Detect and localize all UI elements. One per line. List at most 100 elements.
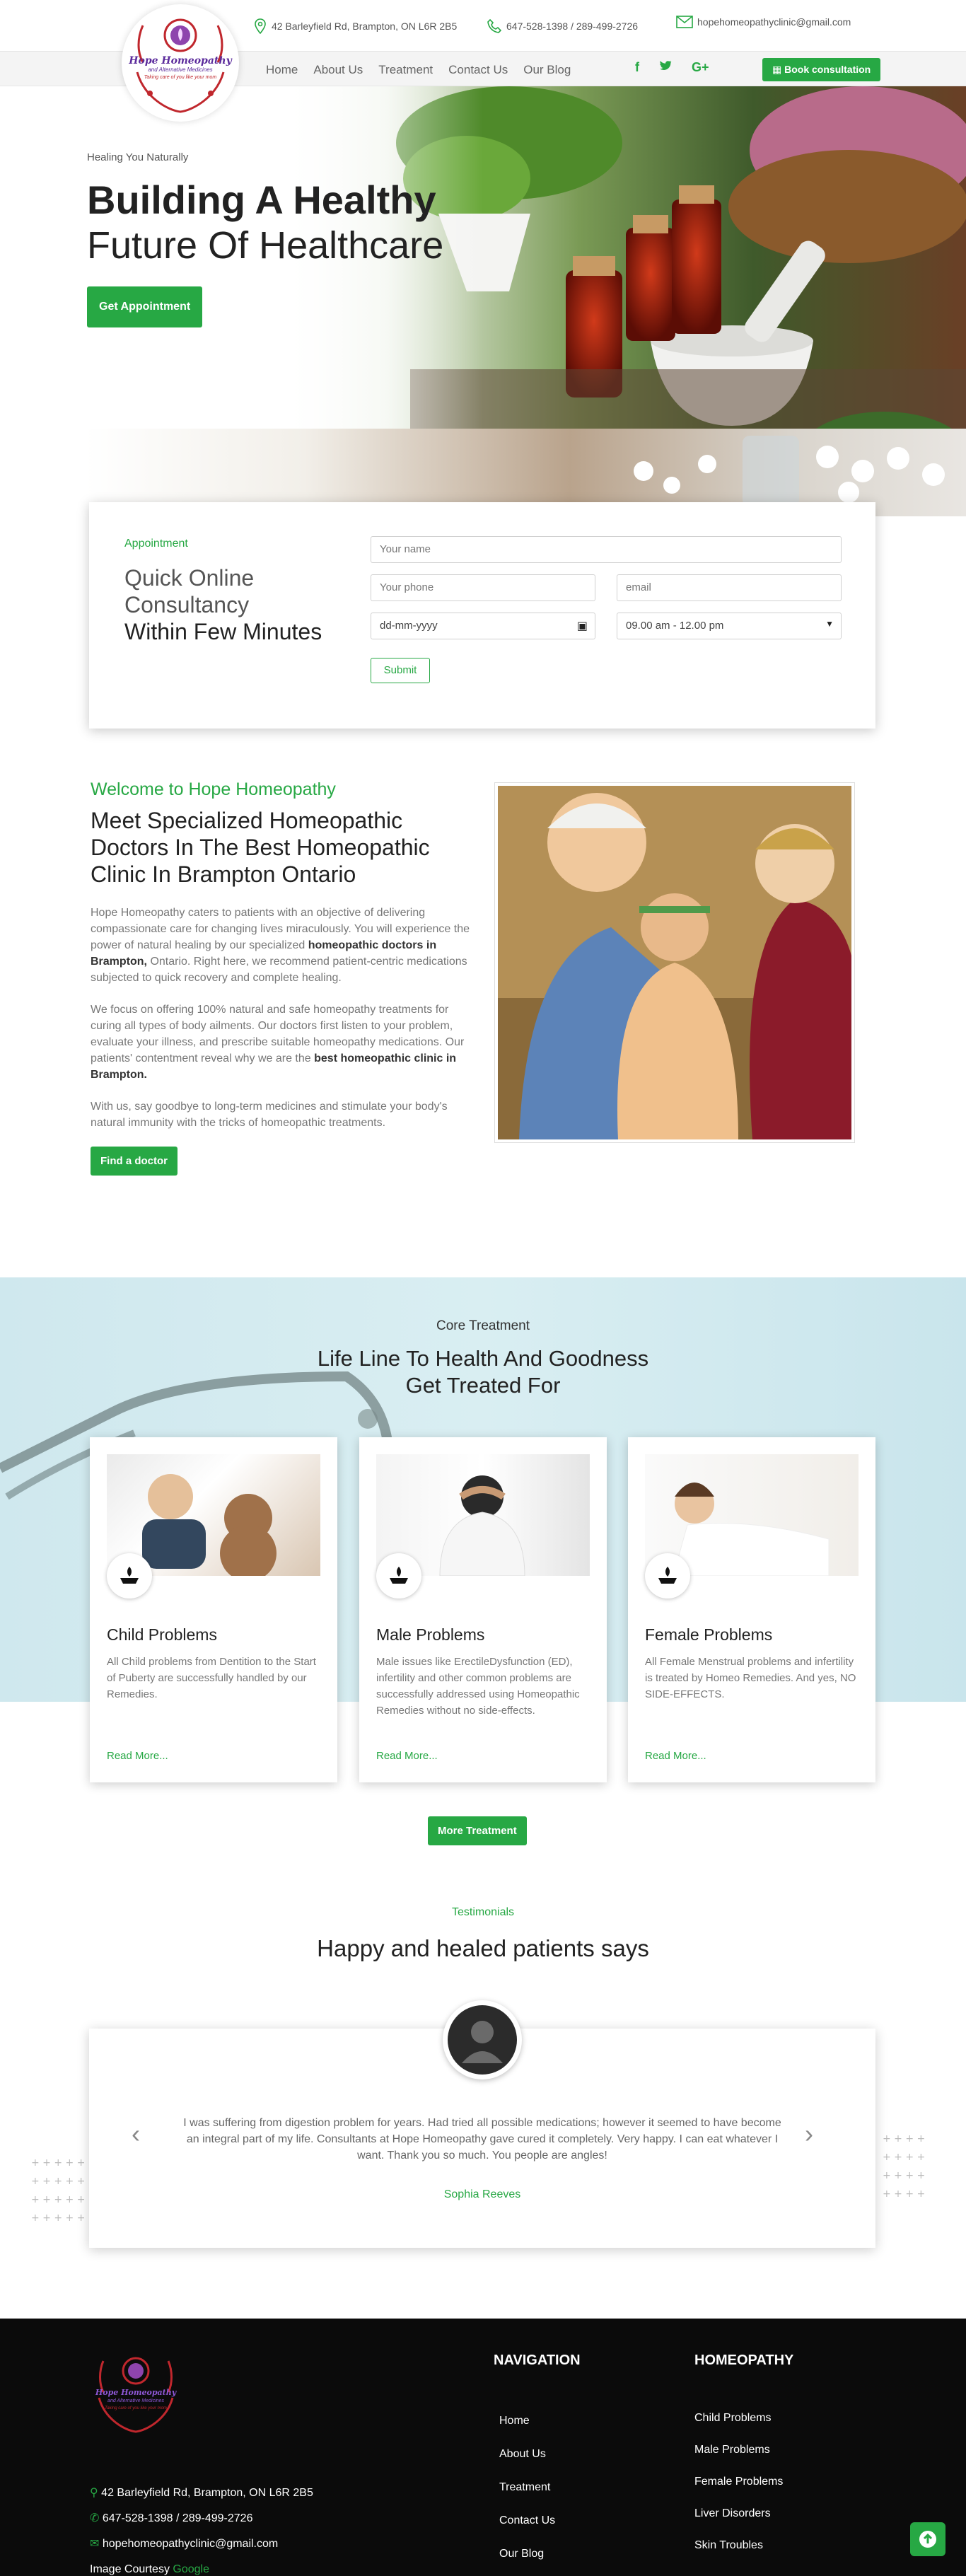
footer-address-text: 42 Barleyfield Rd, Brampton, ON L6R 2B5: [101, 2487, 313, 2499]
footer-address: ⚲ 42 Barleyfield Rd, Brampton, ON L6R 2B…: [90, 2481, 313, 2506]
book-consultation-label: Book consultation: [784, 64, 871, 75]
nav-contact-us[interactable]: Contact Us: [448, 63, 508, 77]
child-problems-text: All Child problems from Dentition to the…: [107, 1656, 316, 1700]
footer-nav-list: Home About Us Treatment Contact Us Our B…: [499, 2415, 555, 2576]
site-logo[interactable]: Hope Homeopathy and Alternative Medicine…: [122, 4, 239, 122]
nav-home[interactable]: Home: [266, 63, 298, 77]
welcome-kicker: Welcome to Hope Homeopathy: [91, 779, 336, 799]
footer-logo[interactable]: Hope Homeopathy and Alternative Medicine…: [88, 2347, 184, 2439]
calendar-icon[interactable]: ▣: [577, 619, 588, 633]
footer-contact: ⚲ 42 Barleyfield Rd, Brampton, ON L6R 2B…: [90, 2481, 313, 2576]
appointment-heading-line3: Within Few Minutes: [124, 619, 322, 644]
treatment-card-male: Male Problems Male issues like ErectileD…: [359, 1437, 607, 1782]
welcome-p1-c: Ontario. Right here, we recommend patien…: [91, 956, 467, 984]
footer-homeo-skin[interactable]: Skin Troubles: [694, 2539, 783, 2552]
testimonials-kicker: Testimonials: [451, 1906, 515, 1918]
envelope-icon: [676, 16, 693, 28]
footer-nav-contact-us[interactable]: Contact Us: [499, 2514, 555, 2527]
footer-homeo-male[interactable]: Male Problems: [694, 2444, 783, 2456]
footer-courtesy-link[interactable]: Google: [173, 2563, 209, 2575]
appointment-form-card: Appointment Quick Online Consultancy Wit…: [89, 502, 875, 729]
nav-our-blog[interactable]: Our Blog: [523, 63, 571, 77]
appointment-heading-line2: Consultancy: [124, 592, 250, 617]
avatar: [443, 2000, 522, 2079]
footer-homeo-child[interactable]: Child Problems: [694, 2412, 783, 2425]
logo-subtitle: and Alternative Medicines: [148, 66, 213, 73]
footer-nav-treatment[interactable]: Treatment: [499, 2481, 555, 2494]
svg-text:+ + + + +: + + + + +: [31, 2157, 85, 2169]
footer-courtesy: Image Courtesy Google: [90, 2557, 313, 2576]
scroll-to-top-button[interactable]: [910, 2522, 945, 2556]
footer-nav-about-us[interactable]: About Us: [499, 2448, 555, 2461]
main-menu: Home About Us Treatment Contact Us Our B…: [266, 63, 571, 77]
lotus-hands-icon: [645, 1553, 690, 1599]
female-problems-text: All Female Menstrual problems and infert…: [645, 1656, 856, 1700]
svg-text:+ + + + +: + + + + +: [31, 2212, 85, 2224]
get-appointment-button[interactable]: Get Appointment: [87, 286, 203, 327]
page: 42 Barleyfield Rd, Brampton, ON L6R 2B5 …: [0, 0, 966, 2576]
female-problems-read-more[interactable]: Read More...: [645, 1750, 706, 1762]
nav-about-us[interactable]: About Us: [313, 63, 363, 77]
name-input[interactable]: Your name: [371, 536, 842, 563]
female-problems-title: Female Problems: [645, 1625, 773, 1644]
map-pin-icon: ⚲: [90, 2487, 98, 2499]
header-phone-text: 647-528-1398 / 289-499-2726: [506, 21, 639, 32]
testimonials-title: Happy and healed patients says: [317, 1935, 649, 1961]
svg-text:+ + + +: + + + +: [883, 2133, 925, 2145]
more-treatment-button[interactable]: More Treatment: [428, 1816, 527, 1845]
email-input[interactable]: email: [617, 574, 842, 601]
footer-nav-home[interactable]: Home: [499, 2415, 555, 2427]
child-problems-title: Child Problems: [107, 1625, 217, 1644]
hero-title-bold: Building A Healthy: [87, 178, 436, 222]
phone-input[interactable]: Your phone: [371, 574, 595, 601]
welcome-paragraph-1: Hope Homeopathy caters to patients with …: [91, 905, 472, 986]
phone-icon: [487, 18, 502, 33]
date-input[interactable]: dd-mm-yyyy ▣: [371, 613, 595, 639]
footer-nav-title: NAVIGATION: [494, 2352, 581, 2368]
dot-grid-decoration-right: + + + + + + + + + + + + + + + +: [883, 2133, 925, 2200]
previous-arrow-icon[interactable]: ‹: [132, 2119, 140, 2149]
treatment-card-female: Female Problems All Female Menstrual pro…: [628, 1437, 875, 1782]
footer-homeo-female[interactable]: Female Problems: [694, 2476, 783, 2488]
hero-text: Healing You Naturally Building A Healthy…: [87, 151, 443, 327]
svg-text:+ + + +: + + + +: [883, 2170, 925, 2181]
doctor-painting-graphic: [498, 786, 851, 1139]
lotus-hands-icon: [376, 1553, 421, 1599]
user-avatar-icon: [448, 2005, 517, 2075]
chevron-down-icon: ▼: [825, 619, 834, 629]
appointment-heading: Quick Online Consultancy Within Few Minu…: [124, 564, 322, 645]
book-consultation-button[interactable]: ▦ Book consultation: [762, 58, 881, 81]
time-select[interactable]: 09.00 am - 12.00 pm ▼: [617, 613, 842, 639]
footer-homeo-liver[interactable]: Liver Disorders: [694, 2507, 783, 2520]
hahnemann-painting-image: [494, 782, 855, 1143]
nav-treatment[interactable]: Treatment: [378, 63, 433, 77]
header-address: 42 Barleyfield Rd, Brampton, ON L6R 2B5: [253, 18, 457, 34]
submit-button[interactable]: Submit: [371, 658, 430, 683]
treatment-card-child: Child Problems All Child problems from D…: [90, 1437, 337, 1782]
date-input-placeholder: dd-mm-yyyy: [380, 620, 438, 632]
google-plus-icon[interactable]: G+: [692, 60, 709, 75]
find-doctor-button[interactable]: Find a doctor: [91, 1147, 178, 1176]
phone-icon: ✆: [90, 2512, 100, 2524]
footer-email-text[interactable]: hopehomeopathyclinic@gmail.com: [103, 2538, 278, 2550]
testimonial-quote: I was suffering from digestion problem f…: [183, 2117, 781, 2162]
welcome-paragraph-2: We focus on offering 100% natural and sa…: [91, 1002, 472, 1083]
twitter-icon[interactable]: [659, 60, 672, 75]
testimonial-card: ‹ › I was suffering from digestion probl…: [89, 2000, 875, 2248]
svg-text:+ + + +: + + + +: [883, 2188, 925, 2200]
header-address-text: 42 Barleyfield Rd, Brampton, ON L6R 2B5: [272, 21, 458, 32]
next-arrow-icon[interactable]: ›: [805, 2119, 813, 2149]
facebook-icon[interactable]: f: [635, 60, 639, 75]
appointment-kicker: Appointment: [124, 538, 188, 550]
logo-title: Hope Homeopathy: [129, 55, 232, 66]
logo-tagline: Taking care of you like your mom: [144, 75, 217, 80]
header-email-text[interactable]: hopehomeopathyclinic@gmail.com: [697, 16, 851, 28]
child-problems-read-more[interactable]: Read More...: [107, 1750, 168, 1762]
welcome-title: Meet Specialized Homeopathic Doctors In …: [91, 808, 430, 887]
social-links: f G+: [635, 60, 709, 75]
footer-nav-our-blog[interactable]: Our Blog: [499, 2548, 555, 2560]
male-problems-read-more[interactable]: Read More...: [376, 1750, 438, 1762]
footer-homeopathy-title: HOMEOPATHY: [694, 2352, 794, 2368]
footer-logo-title: Hope Homeopathy: [95, 2388, 177, 2397]
header-email: hopehomeopathyclinic@gmail.com: [676, 16, 851, 28]
